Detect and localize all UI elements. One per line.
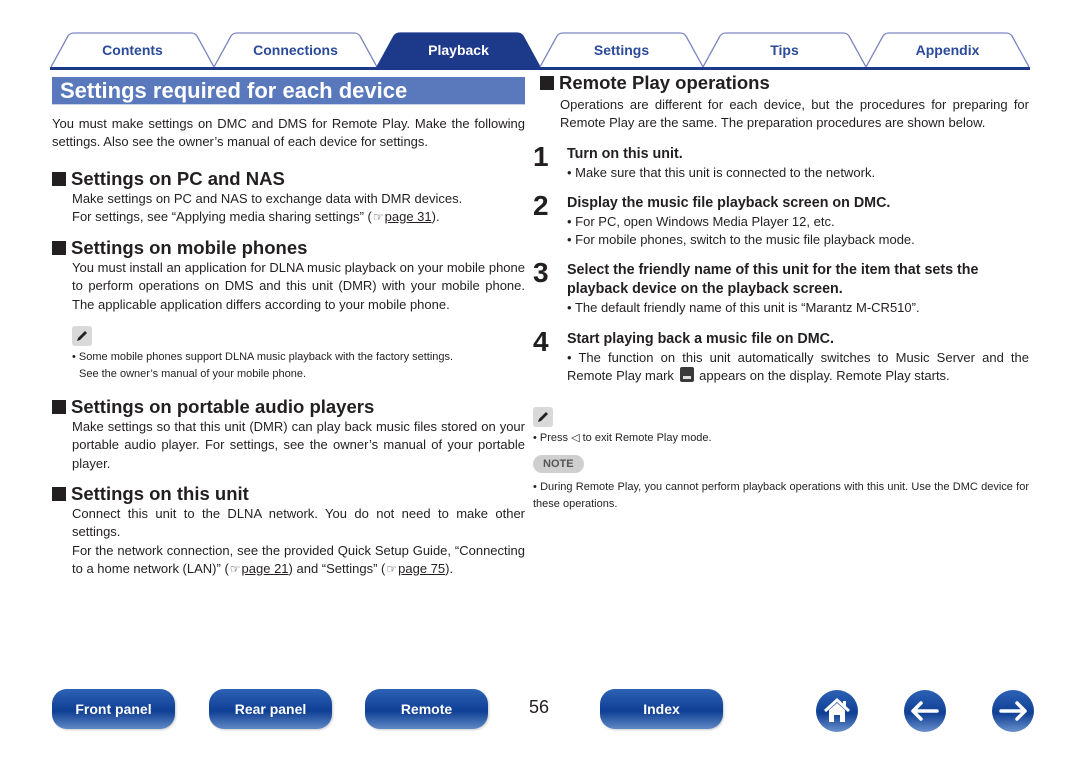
memo-block: • Press ◁ to exit Remote Play mode. bbox=[533, 407, 1029, 447]
step-title: Turn on this unit. bbox=[567, 145, 683, 162]
forward-arrow-icon bbox=[999, 701, 1027, 721]
section-this-unit: Settings on this unit Connect this unit … bbox=[52, 483, 525, 578]
section-text: You must install an application for DLNA… bbox=[72, 260, 525, 312]
forward-button[interactable] bbox=[992, 690, 1034, 732]
section-text: For settings, see “Applying media sharin… bbox=[72, 208, 525, 226]
step-number: 1 bbox=[533, 140, 549, 172]
page-number: 56 bbox=[529, 697, 550, 717]
section-mobile-phones: Settings on mobile phones You must insta… bbox=[52, 237, 525, 383]
index-button[interactable]: Index bbox=[600, 689, 723, 729]
remote-play-mark-icon bbox=[679, 367, 694, 383]
section-portable-players: Settings on portable audio players Make … bbox=[52, 396, 525, 473]
section-text: Connect this unit to the DLNA network. Y… bbox=[72, 505, 525, 540]
section-heading: Settings on PC and NAS bbox=[52, 168, 525, 190]
step-item: 2 Display the music file playback screen… bbox=[533, 189, 1029, 250]
home-button[interactable] bbox=[816, 690, 858, 732]
pointing-hand-icon: ☞ bbox=[372, 209, 384, 224]
front-panel-button[interactable]: Front panel bbox=[52, 689, 175, 729]
page-link[interactable]: ☞ page 31 bbox=[372, 208, 432, 226]
tab-settings[interactable]: Settings bbox=[539, 32, 704, 67]
note-text: • During Remote Play, you cannot perform… bbox=[533, 481, 1029, 511]
square-bullet-icon bbox=[52, 486, 66, 501]
tab-appendix[interactable]: Appendix bbox=[865, 32, 1030, 67]
page-title-bar: Settings required for each device bbox=[52, 77, 525, 105]
page-title: Settings required for each device bbox=[60, 78, 408, 103]
back-button[interactable] bbox=[904, 690, 946, 732]
memo-text: • Press ◁ to exit Remote Play mode. bbox=[533, 432, 712, 445]
section-pc-nas: Settings on PC and NAS Make settings on … bbox=[52, 168, 525, 227]
tab-bar: Contents Connections Playback Settings T… bbox=[50, 30, 1030, 70]
tab-playback[interactable]: Playback bbox=[376, 32, 541, 67]
square-bullet-icon bbox=[52, 400, 66, 415]
step-bullet: • Make sure that this unit is connected … bbox=[567, 164, 876, 180]
memo-text: See the owner’s manual of your mobile ph… bbox=[79, 368, 307, 381]
pencil-icon bbox=[533, 407, 553, 428]
pointing-hand-icon: ☞ bbox=[386, 561, 398, 576]
square-bullet-icon bbox=[52, 171, 66, 186]
step-item: 1 Turn on this unit. • Make sure that th… bbox=[533, 140, 1029, 182]
pointing-hand-icon: ☞ bbox=[229, 561, 241, 576]
note-badge: NOTE bbox=[533, 455, 584, 474]
section-text: Make settings so that this unit (DMR) ca… bbox=[72, 419, 525, 471]
step-bullet: • For PC, open Windows Media Player 12, … bbox=[567, 213, 835, 229]
back-arrow-icon bbox=[911, 701, 939, 721]
rear-panel-button[interactable]: Rear panel bbox=[209, 689, 332, 729]
step-bullet: • The function on this unit automaticall… bbox=[567, 349, 1029, 384]
pencil-icon bbox=[72, 326, 92, 347]
left-column: Settings required for each device You mu… bbox=[52, 77, 525, 578]
section-heading: Settings on portable audio players bbox=[52, 396, 525, 418]
tab-contents[interactable]: Contents bbox=[50, 32, 215, 67]
home-icon bbox=[823, 698, 851, 722]
step-number: 3 bbox=[533, 257, 549, 289]
step-number: 4 bbox=[533, 325, 549, 357]
section-text: Make settings on PC and NAS to exchange … bbox=[72, 190, 463, 206]
step-bullet: • The default friendly name of this unit… bbox=[567, 300, 920, 316]
square-bullet-icon bbox=[540, 76, 554, 90]
tab-connections[interactable]: Connections bbox=[213, 32, 378, 67]
section-text: Operations are different for each device… bbox=[560, 97, 1029, 131]
page-link[interactable]: ☞ page 21 bbox=[229, 560, 289, 578]
section-heading: Remote Play operations bbox=[540, 72, 1029, 94]
step-item: 3 Select the friendly name of this unit … bbox=[533, 257, 1029, 317]
step-item: 4 Start playing back a music file on DMC… bbox=[533, 325, 1029, 386]
tab-baseline bbox=[50, 67, 1030, 70]
step-title: Start playing back a music file on DMC. bbox=[567, 330, 834, 347]
right-column: Remote Play operations Operations are di… bbox=[533, 72, 1029, 513]
step-number: 2 bbox=[533, 189, 549, 221]
step-title: Display the music file playback screen o… bbox=[567, 194, 891, 211]
memo-block: • Some mobile phones support DLNA music … bbox=[52, 326, 525, 383]
section-text: For the network connection, see the prov… bbox=[72, 542, 525, 579]
remote-button[interactable]: Remote bbox=[365, 689, 488, 729]
page-link[interactable]: ☞ page 75 bbox=[385, 560, 445, 578]
step-bullet: • For mobile phones, switch to the music… bbox=[567, 232, 915, 248]
section-heading: Settings on mobile phones bbox=[52, 237, 525, 259]
square-bullet-icon bbox=[52, 241, 66, 256]
tab-tips[interactable]: Tips bbox=[702, 32, 867, 67]
step-title: Select the friendly name of this unit fo… bbox=[567, 262, 979, 298]
memo-text: • Some mobile phones support DLNA music … bbox=[72, 351, 454, 364]
section-heading: Settings on this unit bbox=[52, 483, 525, 505]
intro-text: You must make settings on DMC and DMS fo… bbox=[52, 116, 525, 150]
